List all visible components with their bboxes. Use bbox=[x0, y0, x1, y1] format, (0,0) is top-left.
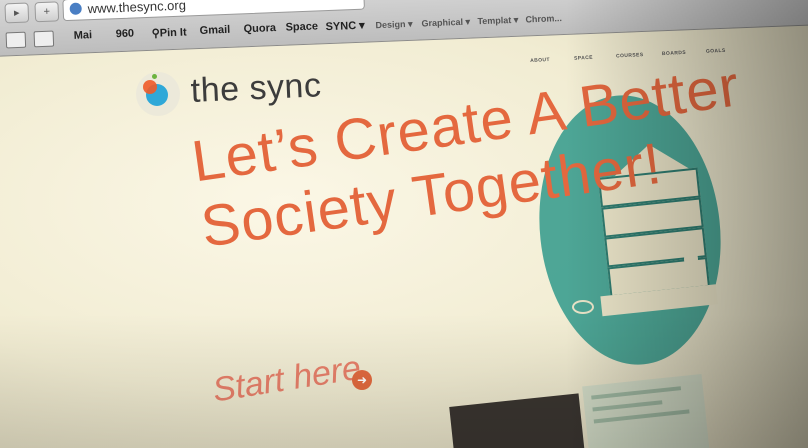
side-panel bbox=[582, 373, 710, 448]
reading-list-icon[interactable] bbox=[5, 31, 27, 49]
globe-icon bbox=[69, 2, 82, 15]
bookmark-pin-it[interactable]: ⚲Pin It bbox=[151, 25, 186, 39]
brand-logo[interactable] bbox=[136, 72, 180, 116]
bookmark-sync[interactable]: SYNC ▾ bbox=[325, 19, 365, 33]
bookmark-templat[interactable]: Templat ▾ bbox=[477, 15, 518, 28]
bookmark-mai[interactable]: Mai bbox=[74, 29, 93, 42]
start-here-link[interactable]: Start here bbox=[210, 349, 364, 411]
bookmark-chrome[interactable]: Chrom... bbox=[525, 13, 562, 24]
tree-illustration bbox=[684, 250, 698, 268]
webpage: the sync ABOUT SPACE COURSES BOARDS GOAL… bbox=[0, 0, 808, 448]
dark-content-block bbox=[449, 393, 585, 448]
bike-illustration bbox=[572, 300, 594, 314]
bookmark-gmail[interactable]: Gmail bbox=[199, 24, 230, 37]
bookmark-space[interactable]: Space bbox=[285, 20, 318, 33]
nav-about[interactable]: ABOUT bbox=[530, 57, 550, 64]
bookmarks-grid-icon[interactable] bbox=[33, 30, 55, 48]
brand-name[interactable]: the sync bbox=[190, 66, 322, 111]
photo-of-monitor: the sync ABOUT SPACE COURSES BOARDS GOAL… bbox=[0, 0, 808, 448]
arrow-right-icon[interactable]: ➜ bbox=[352, 370, 372, 390]
bookmark-960[interactable]: 960 bbox=[115, 28, 134, 41]
bookmark-design[interactable]: Design ▾ bbox=[375, 19, 412, 31]
url-text: www.thesync.org bbox=[87, 0, 187, 17]
bookmark-graphical[interactable]: Graphical ▾ bbox=[421, 17, 470, 30]
bookmark-quora[interactable]: Quora bbox=[243, 22, 276, 35]
forward-icon[interactable]: ▸ bbox=[4, 2, 30, 24]
nav-space[interactable]: SPACE bbox=[574, 55, 593, 62]
nav-courses[interactable]: COURSES bbox=[616, 52, 644, 59]
add-tab-icon[interactable]: + bbox=[34, 1, 60, 23]
nav-boards[interactable]: BOARDS bbox=[662, 50, 686, 57]
